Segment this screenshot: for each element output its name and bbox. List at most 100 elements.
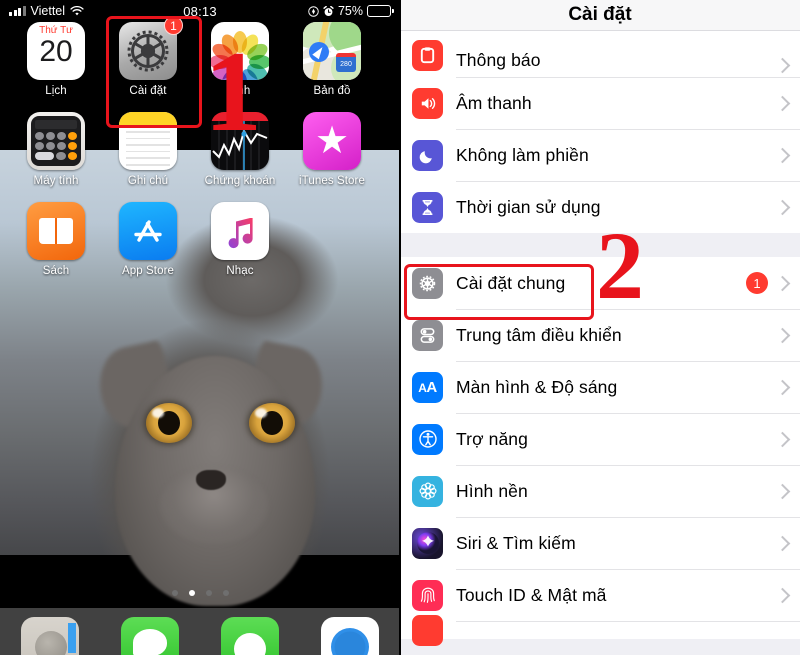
chevron-right-icon [774, 587, 791, 603]
app-label: Chứng khoán [204, 175, 276, 187]
settings-nav-title: Cài đặt [400, 0, 800, 31]
app-store-app-icon [119, 202, 177, 260]
app-label: iTunes Store [299, 175, 365, 187]
app-sach[interactable]: Sách [10, 202, 102, 292]
settings-row-thong-bao[interactable]: Thông báo [400, 31, 800, 77]
battery-percent-label: 75% [337, 4, 363, 18]
settings-row-siri-tim-kiem[interactable]: Siri & Tìm kiếm [400, 517, 800, 569]
calculator-app-icon [27, 112, 85, 170]
maps-app-icon: 280 [303, 22, 361, 80]
chevron-right-icon [774, 431, 791, 447]
app-row-2: Máy tính Ghi chú Chứng khoán ★ iTunes St… [0, 112, 400, 202]
music-note-glyph-icon [228, 218, 253, 249]
app-app-store[interactable]: App Store [102, 202, 194, 292]
settings-row-khong-lam-phien[interactable]: Không làm phiền [400, 129, 800, 181]
chevron-right-icon [774, 199, 791, 215]
settings-row-label: Hình nền [456, 480, 528, 501]
chevron-right-icon [774, 535, 791, 551]
chevron-right-icon [774, 95, 791, 111]
maps-compass-icon [309, 42, 329, 62]
itunes-store-app-icon: ★ [303, 112, 361, 170]
do-not-disturb-moon-icon [412, 139, 443, 171]
chevron-right-icon [774, 57, 791, 74]
calendar-app-icon: Thứ Tư 20 [27, 22, 85, 80]
notes-app-icon [119, 112, 177, 170]
settings-row-label: Trung tâm điều khiển [456, 324, 622, 345]
app-itunes-store[interactable]: ★ iTunes Store [286, 112, 378, 202]
app-lich[interactable]: Thứ Tư 20 Lịch [10, 22, 102, 112]
page-dot-active[interactable] [188, 590, 195, 596]
chevron-right-icon [774, 379, 791, 395]
screen-time-hourglass-icon [412, 191, 443, 223]
calendar-day: 20 [39, 35, 73, 68]
control-center-toggles-icon [412, 319, 443, 351]
safari-compass-glyph-icon [331, 628, 369, 655]
messages-app-icon[interactable] [121, 617, 179, 655]
settings-row-label: Siri & Tìm kiếm [456, 532, 576, 553]
app-cai-dat[interactable]: 1 Cài đặt [102, 16, 194, 112]
page-dot[interactable] [205, 590, 212, 596]
chevron-right-icon [774, 483, 791, 499]
app-label: Cài đặt [129, 85, 167, 97]
cat-eye-right [249, 403, 295, 443]
app-ban-do[interactable]: 280 Bản đồ [286, 22, 378, 112]
app-row-1: Thứ Tư 20 Lịch 1 Cài đặt Ảnh 280 Bản đồ [0, 16, 400, 112]
chevron-right-icon [774, 275, 791, 291]
settings-row-hinh-nen[interactable]: Hình nền [400, 465, 800, 517]
iphone-home-screen: Viettel 08:13 75% Thứ Tư 20 Lịch 1 Cài đ… [0, 0, 400, 655]
page-dot[interactable] [222, 590, 229, 596]
settings-row-partial-next[interactable] [400, 614, 800, 646]
settings-row-label: Thời gian sử dụng [456, 196, 601, 217]
books-app-icon [27, 202, 85, 260]
app-label: Ghi chú [127, 175, 169, 187]
cat-eye-left [146, 403, 192, 443]
location-services-icon [308, 5, 319, 17]
settings-row-label: Thông báo [456, 50, 541, 70]
wallpaper-flower-icon [412, 475, 443, 507]
siri-search-icon [412, 527, 443, 559]
app-may-tinh[interactable]: Máy tính [10, 112, 102, 202]
alarm-clock-icon [323, 5, 334, 16]
step-number-1: 1 [204, 28, 262, 156]
app-label: Sách [42, 265, 70, 277]
settings-row-label: Không làm phiền [456, 144, 589, 165]
display-brightness-aa-icon: AA [412, 371, 443, 403]
partial-next-row-icon [412, 614, 443, 646]
route-shield-icon: 280 [336, 53, 356, 72]
status-bar: Viettel 08:13 75% [0, 0, 400, 22]
settings-row-tro-nang[interactable]: Trợ năng [400, 413, 800, 465]
app-nhac[interactable]: Nhạc [194, 202, 286, 292]
safari-app-icon[interactable] [321, 617, 379, 655]
app-grid: Thứ Tư 20 Lịch 1 Cài đặt Ảnh 280 Bản đồ … [0, 16, 400, 292]
battery-icon [367, 5, 394, 17]
phone-app-icon[interactable] [21, 617, 79, 655]
settings-group-1: Thông báo Âm thanh Không làm phiền Thời … [400, 31, 800, 233]
settings-row-label: Âm thanh [456, 92, 532, 113]
panel-divider [399, 0, 401, 655]
app-label: App Store [121, 265, 175, 277]
facetime-app-icon[interactable] [221, 617, 279, 655]
gear-glyph-icon [127, 30, 169, 72]
page-indicator-dots[interactable] [0, 590, 400, 596]
app-label: Bản đồ [313, 85, 351, 97]
sounds-icon [412, 87, 443, 119]
page-dot[interactable] [171, 590, 178, 596]
notifications-icon [412, 40, 443, 71]
app-label: Nhạc [226, 265, 254, 277]
chevron-right-icon [774, 147, 791, 163]
settings-row-am-thanh[interactable]: Âm thanh [400, 77, 800, 129]
app-store-glyph-icon [134, 220, 162, 242]
cat-nose [196, 470, 226, 490]
touch-id-fingerprint-icon [412, 579, 443, 611]
settings-row-touch-id-mat-ma[interactable]: Touch ID & Mật mã [400, 569, 800, 621]
app-ghi-chu[interactable]: Ghi chú [102, 112, 194, 202]
settings-row-man-hinh-do-sang[interactable]: AA Màn hình & Độ sáng [400, 361, 800, 413]
settings-app-screen: Cài đặt Thông báo Âm thanh Không làm phi… [400, 0, 800, 655]
app-label: Lịch [45, 85, 67, 97]
settings-row-label: Màn hình & Độ sáng [456, 376, 618, 397]
settings-row-label: Cài đặt chung [456, 272, 566, 293]
settings-row-label: Trợ năng [456, 428, 528, 449]
settings-row-label: Touch ID & Mật mã [456, 584, 607, 605]
step-number-2: 2 [596, 212, 644, 319]
app-row-3: Sách App Store Nhạc [0, 202, 400, 292]
